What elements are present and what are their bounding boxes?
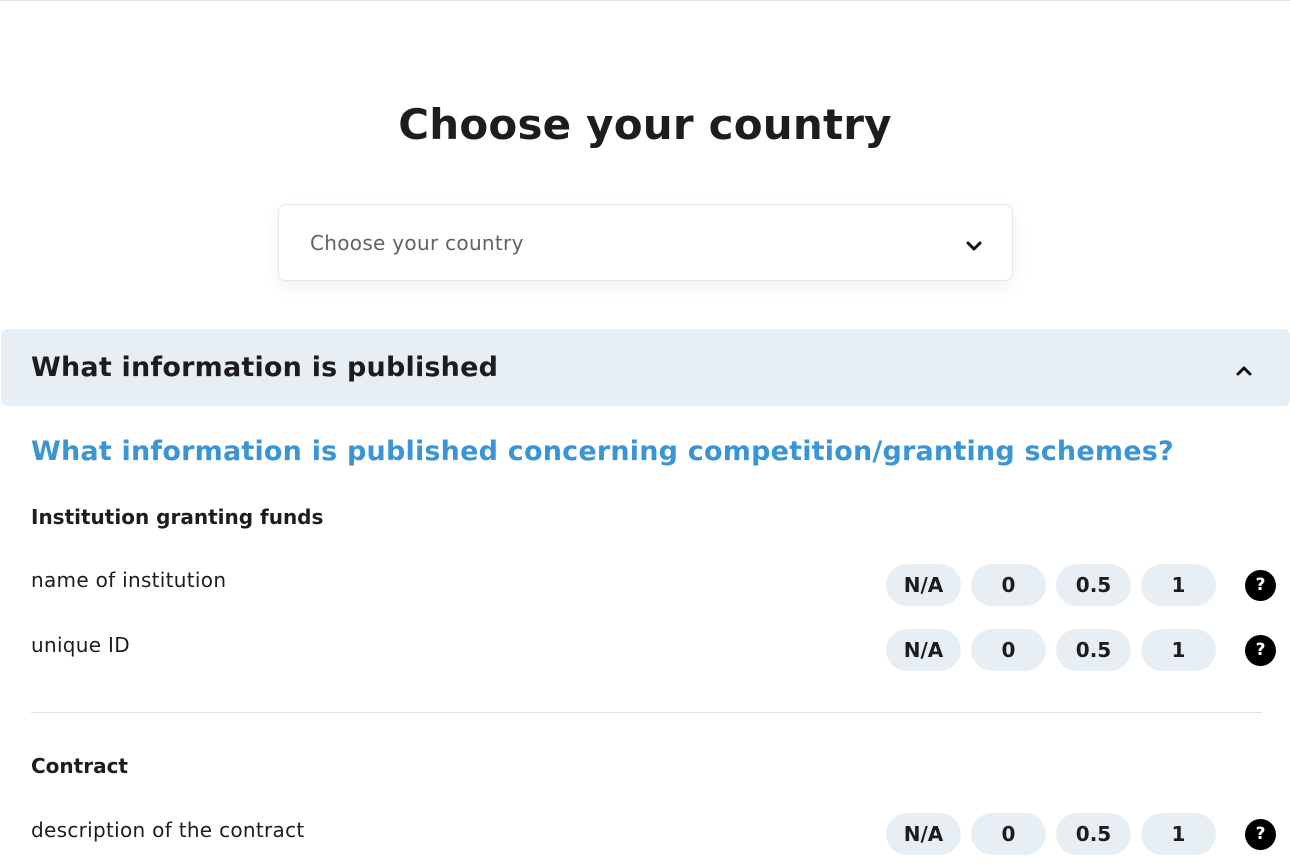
score-0-5-button[interactable]: 0.5 — [1056, 564, 1131, 606]
score-0-5-button[interactable]: 0.5 — [1056, 813, 1131, 855]
score-na-button[interactable]: N/A — [886, 813, 961, 855]
row-label-name-of-institution: name of institution — [31, 568, 227, 592]
accordion-title: What information is published — [31, 352, 499, 383]
group-title-institution: Institution granting funds — [31, 505, 324, 529]
group-divider — [31, 712, 1262, 713]
question-mark-icon[interactable]: ? — [1245, 818, 1276, 850]
score-1-button[interactable]: 1 — [1141, 813, 1216, 855]
score-1-button[interactable]: 1 — [1141, 564, 1216, 606]
group-title-contract: Contract — [31, 754, 128, 778]
question-mark-icon[interactable]: ? — [1245, 569, 1276, 601]
row-label-unique-id: unique ID — [31, 633, 130, 657]
country-select-placeholder: Choose your country — [310, 230, 524, 255]
chevron-down-icon — [966, 237, 982, 250]
top-divider — [0, 0, 1290, 1]
score-options-description-of-contract: N/A 0 0.5 1 ? — [886, 813, 1276, 855]
chevron-up-icon — [1236, 362, 1252, 375]
score-options-name-of-institution: N/A 0 0.5 1 ? — [886, 564, 1276, 606]
page-title: Choose your country — [398, 100, 892, 149]
accordion-header-published-info[interactable]: What information is published — [1, 329, 1290, 406]
score-1-button[interactable]: 1 — [1141, 629, 1216, 671]
score-0-5-button[interactable]: 0.5 — [1056, 629, 1131, 671]
score-0-button[interactable]: 0 — [971, 629, 1046, 671]
score-na-button[interactable]: N/A — [886, 564, 961, 606]
country-select[interactable]: Choose your country — [278, 204, 1013, 281]
score-options-unique-id: N/A 0 0.5 1 ? — [886, 629, 1276, 671]
score-na-button[interactable]: N/A — [886, 629, 961, 671]
section-question: What information is published concerning… — [31, 436, 1174, 467]
row-label-description-of-contract: description of the contract — [31, 818, 305, 842]
score-0-button[interactable]: 0 — [971, 564, 1046, 606]
question-mark-icon[interactable]: ? — [1245, 634, 1276, 666]
score-0-button[interactable]: 0 — [971, 813, 1046, 855]
